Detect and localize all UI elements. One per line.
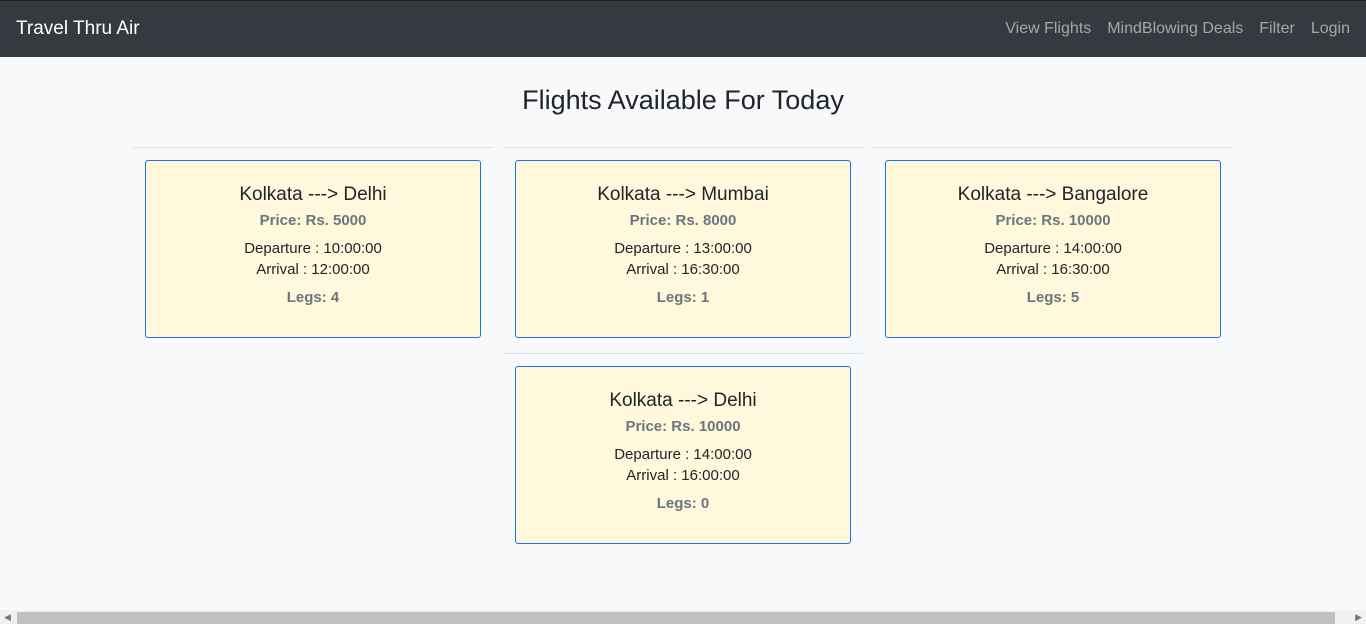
flight-route: Kolkata ---> Mumbai	[597, 184, 769, 205]
flight-arrival: Arrival : 16:00:00	[626, 467, 740, 484]
flight-departure: Departure : 14:00:00	[984, 240, 1122, 257]
flight-price: Price: Rs. 5000	[259, 212, 367, 229]
nav-filter[interactable]: Filter	[1259, 20, 1295, 38]
flight-price: Price: Rs. 8000	[629, 212, 737, 229]
flight-departure: Departure : 10:00:00	[244, 240, 382, 257]
flight-cell: Kolkata ---> Delhi Price: Rs. 5000 Depar…	[133, 147, 493, 350]
flight-cell: Kolkata ---> Mumbai Price: Rs. 8000 Depa…	[503, 147, 863, 350]
flight-legs: Legs: 0	[656, 495, 710, 512]
flight-cell: Kolkata ---> Delhi Price: Rs. 10000 Depa…	[503, 353, 863, 556]
nav-deals[interactable]: MindBlowing Deals	[1107, 20, 1243, 38]
flight-arrival: Arrival : 16:30:00	[996, 261, 1110, 278]
flight-route: Kolkata ---> Delhi	[609, 390, 757, 411]
flight-legs: Legs: 4	[286, 289, 340, 306]
flight-card[interactable]: Kolkata ---> Mumbai Price: Rs. 8000 Depa…	[515, 160, 851, 338]
flight-arrival: Arrival : 16:30:00	[626, 261, 740, 278]
flight-price: Price: Rs. 10000	[995, 212, 1111, 229]
flight-card[interactable]: Kolkata ---> Bangalore Price: Rs. 10000 …	[885, 160, 1221, 338]
page-title: Flights Available For Today	[522, 85, 844, 115]
brand-link[interactable]: Travel Thru Air	[16, 18, 140, 40]
flight-price: Price: Rs. 10000	[625, 418, 741, 435]
flight-departure: Departure : 13:00:00	[614, 240, 752, 257]
scroll-right-icon[interactable]: ▶	[1355, 612, 1362, 623]
flight-route: Kolkata ---> Bangalore	[957, 184, 1149, 205]
nav-view-flights[interactable]: View Flights	[1005, 20, 1091, 38]
flight-card[interactable]: Kolkata ---> Delhi Price: Rs. 5000 Depar…	[145, 160, 481, 338]
flight-grid: Kolkata ---> Delhi Price: Rs. 5000 Depar…	[133, 147, 1233, 556]
flight-route: Kolkata ---> Delhi	[239, 184, 387, 205]
scroll-left-icon[interactable]: ◀	[4, 612, 11, 623]
navbar: Travel Thru Air View Flights MindBlowing…	[0, 0, 1366, 57]
flight-legs: Legs: 1	[656, 289, 710, 306]
flight-cell: Kolkata ---> Bangalore Price: Rs. 10000 …	[873, 147, 1233, 350]
nav-login[interactable]: Login	[1311, 20, 1350, 38]
flight-legs: Legs: 5	[1026, 289, 1080, 306]
flight-departure: Departure : 14:00:00	[614, 446, 752, 463]
horizontal-scrollbar[interactable]: ◀ ▶	[0, 610, 1366, 624]
scrollbar-thumb[interactable]	[17, 612, 1335, 624]
nav-links: View Flights MindBlowing Deals Filter Lo…	[1005, 20, 1350, 38]
flight-arrival: Arrival : 12:00:00	[256, 261, 370, 278]
flight-card[interactable]: Kolkata ---> Delhi Price: Rs. 10000 Depa…	[515, 366, 851, 544]
